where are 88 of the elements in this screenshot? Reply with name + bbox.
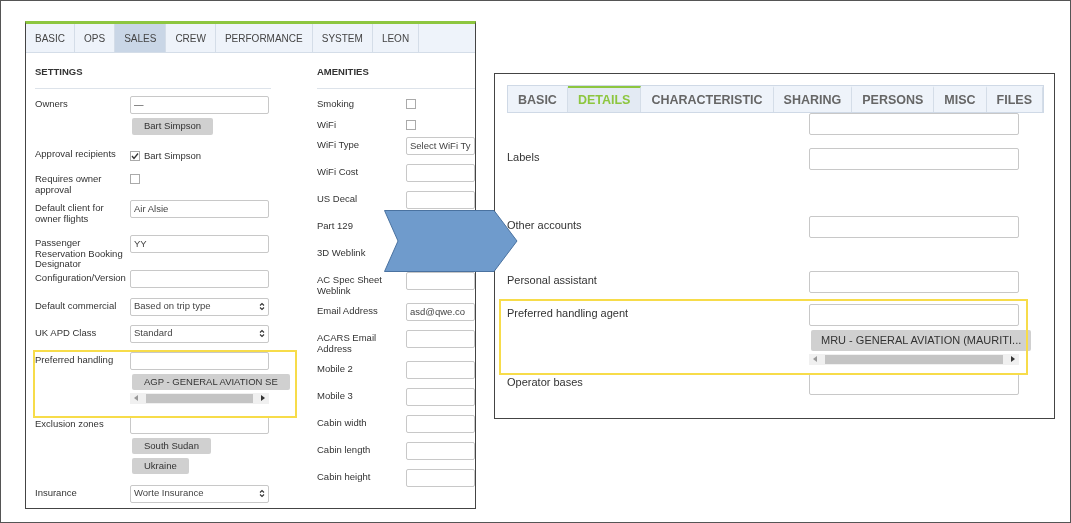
updown-caret-icon xyxy=(259,489,265,499)
input-field[interactable] xyxy=(130,269,269,288)
select-value: Standard xyxy=(134,326,173,341)
input-field[interactable] xyxy=(809,113,1019,135)
field-label: Preferred handling xyxy=(35,353,114,365)
horizontal-scrollbar[interactable] xyxy=(130,392,269,404)
tab[interactable]: MISC xyxy=(934,86,987,112)
input-field[interactable]: — xyxy=(130,96,269,115)
field-label: Exclusion zones xyxy=(35,417,104,429)
field-label: WiFi Cost xyxy=(317,166,359,178)
field-label: Operator bases xyxy=(507,376,583,388)
input-field[interactable] xyxy=(809,373,1019,395)
field-label: Email Address xyxy=(317,305,378,317)
selected-tag[interactable]: AGP - GENERAL AVIATION SE xyxy=(132,373,290,390)
field-label: Default commercial xyxy=(35,299,117,311)
selected-tag[interactable]: Ukraine xyxy=(132,457,189,475)
input-field[interactable] xyxy=(406,415,475,434)
checkbox[interactable] xyxy=(130,174,140,185)
input-field[interactable] xyxy=(809,216,1019,238)
input-field[interactable] xyxy=(809,148,1019,170)
input-field[interactable] xyxy=(406,191,475,210)
field-label: US Decal xyxy=(317,193,358,205)
field-label: 3D Weblink xyxy=(317,247,366,259)
field-label: Part 129 xyxy=(317,220,353,232)
tab[interactable]: CREW xyxy=(166,24,216,52)
input-field[interactable] xyxy=(406,330,475,349)
select-value: Worte Insurance xyxy=(134,486,204,501)
field-label: AC Spec Sheet Weblink xyxy=(317,274,382,296)
input-field[interactable] xyxy=(406,442,475,461)
field-label: WiFi Type xyxy=(317,139,360,151)
checkbox[interactable] xyxy=(406,120,416,131)
tab[interactable]: SALES xyxy=(115,24,167,52)
field-label: Insurance xyxy=(35,486,77,498)
input-field[interactable] xyxy=(406,272,475,291)
section-title: SETTINGS xyxy=(35,66,83,77)
checkbox-label: Bart Simpson xyxy=(144,149,202,164)
input-field[interactable]: Select WiFi Ty xyxy=(406,137,475,156)
input-field[interactable] xyxy=(406,361,475,380)
input-field[interactable] xyxy=(809,271,1019,293)
input-field[interactable]: Air Alsie xyxy=(130,200,269,219)
field-label: WiFi xyxy=(317,119,336,131)
tab[interactable]: SYSTEM xyxy=(312,24,373,52)
select-field[interactable]: Standard xyxy=(130,324,269,343)
field-label: Cabin height xyxy=(317,471,371,483)
checkbox[interactable] xyxy=(406,99,416,110)
field-label: Personal assistant xyxy=(507,274,597,286)
input-field[interactable] xyxy=(130,351,269,370)
input-field[interactable]: YY xyxy=(130,235,269,254)
tab[interactable]: SHARING xyxy=(773,86,853,112)
input-field[interactable] xyxy=(406,469,475,488)
tab[interactable]: CHARACTERISTIC xyxy=(641,86,774,112)
field-label: Owners xyxy=(35,98,68,110)
field-label: Labels xyxy=(507,151,540,163)
selected-tag[interactable]: South Sudan xyxy=(132,437,211,454)
tab[interactable]: PERSONS xyxy=(852,86,935,112)
field-label: Mobile 3 xyxy=(317,390,353,402)
updown-caret-icon xyxy=(259,302,265,312)
tab[interactable]: BASIC xyxy=(26,24,75,52)
tab[interactable]: PERFORMANCE xyxy=(215,24,313,52)
input-field[interactable] xyxy=(809,304,1019,326)
select-value: Based on trip type xyxy=(134,299,211,314)
field-label: Passenger Reservation Booking Designator xyxy=(35,237,123,270)
field-label: UK APD Class xyxy=(35,326,97,338)
field-label: Cabin length xyxy=(317,444,371,456)
field-label: Mobile 2 xyxy=(317,363,353,375)
select-field[interactable]: Worte Insurance xyxy=(130,484,269,503)
field-label: Requires owner approval xyxy=(35,173,102,195)
tab[interactable]: BASIC xyxy=(508,86,568,112)
field-label: Cabin width xyxy=(317,417,367,429)
updown-caret-icon xyxy=(259,329,265,339)
select-field[interactable]: Based on trip type xyxy=(130,297,269,316)
field-label: Smoking xyxy=(317,98,354,110)
horizontal-scrollbar[interactable] xyxy=(809,353,1019,365)
field-label: Default client for owner flights xyxy=(35,202,104,224)
section-title: AMENITIES xyxy=(317,66,369,77)
field-label: Configuration/Version xyxy=(35,271,126,283)
input-field[interactable] xyxy=(406,388,475,407)
input-field[interactable]: asd@qwe.co xyxy=(406,303,475,322)
input-field[interactable] xyxy=(406,164,475,183)
checkbox[interactable] xyxy=(130,151,140,162)
tab[interactable]: LEON xyxy=(372,24,420,52)
selected-tag[interactable]: MRU - GENERAL AVIATION (MAURITI... xyxy=(811,330,1032,351)
field-label: Other accounts xyxy=(507,219,582,231)
field-label: ACARS Email Address xyxy=(317,332,377,354)
selected-tag[interactable]: Bart Simpson xyxy=(132,118,214,135)
field-label: Preferred handling agent xyxy=(507,307,629,319)
field-label: Approval recipients xyxy=(35,148,116,160)
tab[interactable]: FILES xyxy=(986,86,1044,112)
